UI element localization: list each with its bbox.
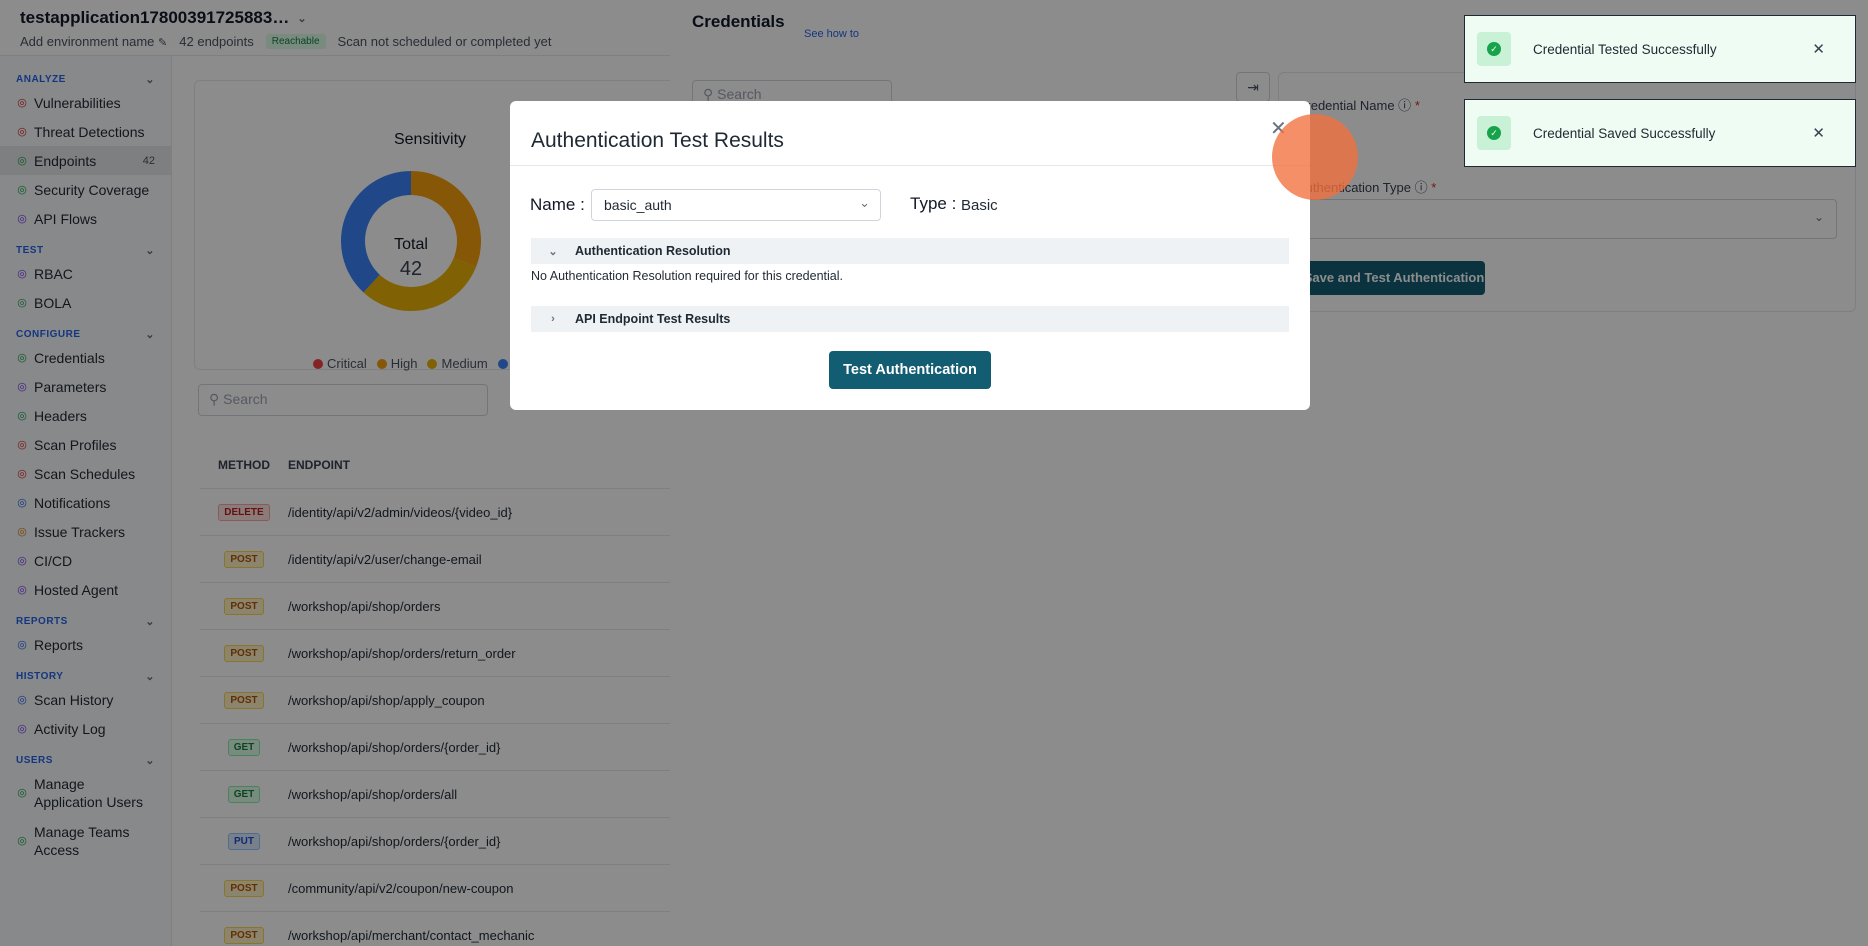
toast-credential-tested: ✓ Credential Tested Successfully ✕ <box>1464 15 1856 83</box>
chevron-down-icon: ⌄ <box>859 195 870 210</box>
click-indicator <box>1272 114 1358 200</box>
auth-resolution-body: No Authentication Resolution required fo… <box>531 269 843 283</box>
toast-credential-saved: ✓ Credential Saved Successfully ✕ <box>1464 99 1856 167</box>
chevron-down-icon: ⌄ <box>548 245 558 258</box>
accordion-title: Authentication Resolution <box>575 244 731 258</box>
type-label: Type : <box>910 194 957 213</box>
type-value: Basic <box>961 197 998 214</box>
accordion-auth-resolution[interactable]: ⌄ Authentication Resolution <box>531 238 1289 264</box>
success-icon: ✓ <box>1477 32 1511 66</box>
auth-test-results-modal: Authentication Test Results ✕ Name : bas… <box>510 101 1310 410</box>
chevron-right-icon: › <box>551 313 555 325</box>
close-icon[interactable]: ✕ <box>1812 40 1825 58</box>
modal-title: Authentication Test Results <box>531 129 784 152</box>
name-label: Name : <box>530 195 585 214</box>
close-icon[interactable]: ✕ <box>1812 124 1825 142</box>
test-authentication-button[interactable]: Test Authentication <box>829 351 991 389</box>
accordion-endpoint-test-results[interactable]: › API Endpoint Test Results <box>531 306 1289 332</box>
credential-name-select[interactable]: basic_auth ⌄ <box>591 189 881 221</box>
success-icon: ✓ <box>1477 116 1511 150</box>
credential-name-value: basic_auth <box>604 197 672 213</box>
toast-message: Credential Tested Successfully <box>1533 41 1717 57</box>
toast-message: Credential Saved Successfully <box>1533 125 1716 141</box>
accordion-title: API Endpoint Test Results <box>575 312 731 326</box>
modal-divider <box>510 165 1310 166</box>
